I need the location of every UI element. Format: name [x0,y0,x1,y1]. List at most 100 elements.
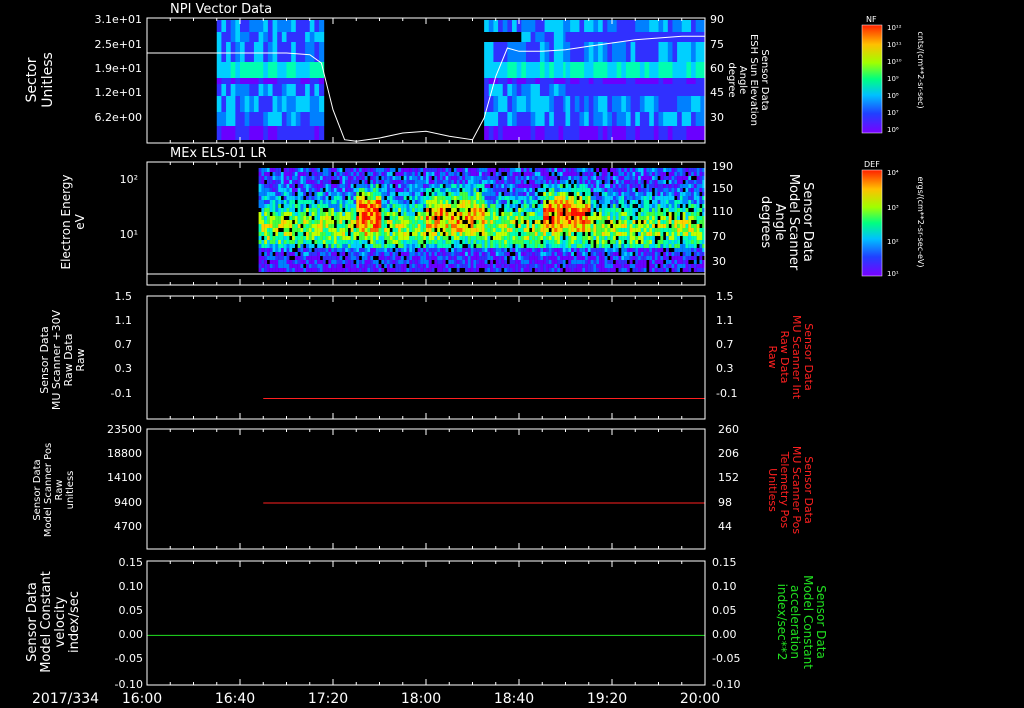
spectrogram-cell [240,32,246,42]
spectrogram-cell [584,126,590,140]
spectrogram-cell [465,176,468,180]
spectrogram-cell [688,252,692,256]
tick-label: 30 [710,111,724,124]
spectrogram-cell [311,208,315,212]
spectrogram-cell [398,240,401,244]
spectrogram-cell [437,236,441,240]
spectrogram-cell [417,176,421,180]
spectrogram-cell [565,62,571,78]
spectrogram-cell [504,248,508,252]
spectrogram-cell [696,252,700,256]
tick-label: 206 [718,447,739,460]
spectrogram-cell [331,168,335,172]
spectrogram-cell [545,264,549,268]
spectrogram-cell [584,42,590,62]
spectrogram-cell [378,264,382,268]
spectrogram-cell [679,168,683,172]
spectrogram-cell [462,196,466,200]
spectrogram-cell [381,240,385,244]
spectrogram-cell [651,248,655,252]
spectrogram-cell [621,224,625,228]
spectrogram-cell [325,188,329,192]
spectrogram-cell [490,268,494,272]
spectrogram-cell [381,220,385,224]
spectrogram-cell [693,208,697,212]
spectrogram-cell [638,228,641,232]
spectrogram-cell [439,248,443,252]
spectrogram-cell [412,252,415,256]
spectrogram-cell [453,216,457,220]
spectrogram-cell [261,180,265,184]
spectrogram-cell [607,232,611,236]
spectrogram-cell [297,188,301,192]
spectrogram-cell [571,224,574,228]
spectrogram-cell [629,256,633,260]
spectrogram-cell [347,236,351,240]
spectrogram-cell [267,62,274,78]
spectrogram-cell [303,180,307,184]
spectrogram-cell [414,240,418,244]
spectrogram-cell [439,240,443,244]
spectrogram-cell [681,84,687,96]
spectrogram-cell [417,236,421,240]
spectrogram-cell [638,244,641,248]
spectrogram-cell [448,216,452,220]
spectrogram-cell [431,192,435,196]
spectrogram-cell [372,212,376,216]
spectrogram-cell [490,264,494,268]
spectrogram-cell [615,244,619,248]
spectrogram-cell [465,196,468,200]
spectrogram-cell [638,220,641,224]
spectrogram-cell [544,84,550,96]
spectrogram-cell [512,112,518,126]
spectrogram-cell [409,260,413,264]
spectrogram-cell [618,200,622,204]
spectrogram-cell [492,188,496,192]
spectrogram-cell [568,236,572,240]
spectrogram-cell [309,42,315,62]
spectrogram-cell [428,184,432,188]
spectrogram-cell [389,248,393,252]
spectrogram-cell [677,20,683,32]
spectrogram-cell [289,200,293,204]
spectrogram-cell [651,232,655,236]
spectrogram-cell [448,264,452,268]
spectrogram-cell [495,216,499,220]
spectrogram-cell [414,228,418,232]
spectrogram-cell [473,216,477,220]
spectrogram-cell [286,62,292,78]
spectrogram-cell [516,84,522,96]
spectrogram-cell [523,252,527,256]
spectrogram-cell [308,208,312,212]
spectrogram-cell [280,244,284,248]
spectrogram-cell [297,264,301,268]
spectrogram-cell [253,112,260,126]
spectrogram-cell [557,172,561,176]
spectrogram-cell [423,180,427,184]
spectrogram-cell [428,224,432,228]
spectrogram-cell [691,42,697,62]
spectrogram-cell [453,196,457,200]
spectrogram-cell [501,260,505,264]
spectrogram-cell [384,212,388,216]
spectrogram-cell [638,184,641,188]
spectrogram-cell [534,200,538,204]
axis-label: eV [73,213,87,229]
spectrogram-cell [286,112,292,126]
spectrogram-cell [618,188,622,192]
spectrogram-cell [317,220,321,224]
spectrogram-cell [699,200,703,204]
spectrogram-cell [663,208,667,212]
spectrogram-cell [267,84,274,96]
spectrogram-cell [484,268,488,272]
spectrogram-cell [395,268,399,272]
colorbar-tick: 10² [887,238,899,246]
spectrogram-cell [275,248,279,252]
spectrogram-cell [462,240,466,244]
spectrogram-cell [693,196,697,200]
spectrogram-cell [621,42,627,62]
spectrogram-cell [263,126,269,140]
spectrogram-cell [667,112,673,126]
spectrogram-cell [272,192,276,196]
spectrogram-cell [244,20,250,32]
